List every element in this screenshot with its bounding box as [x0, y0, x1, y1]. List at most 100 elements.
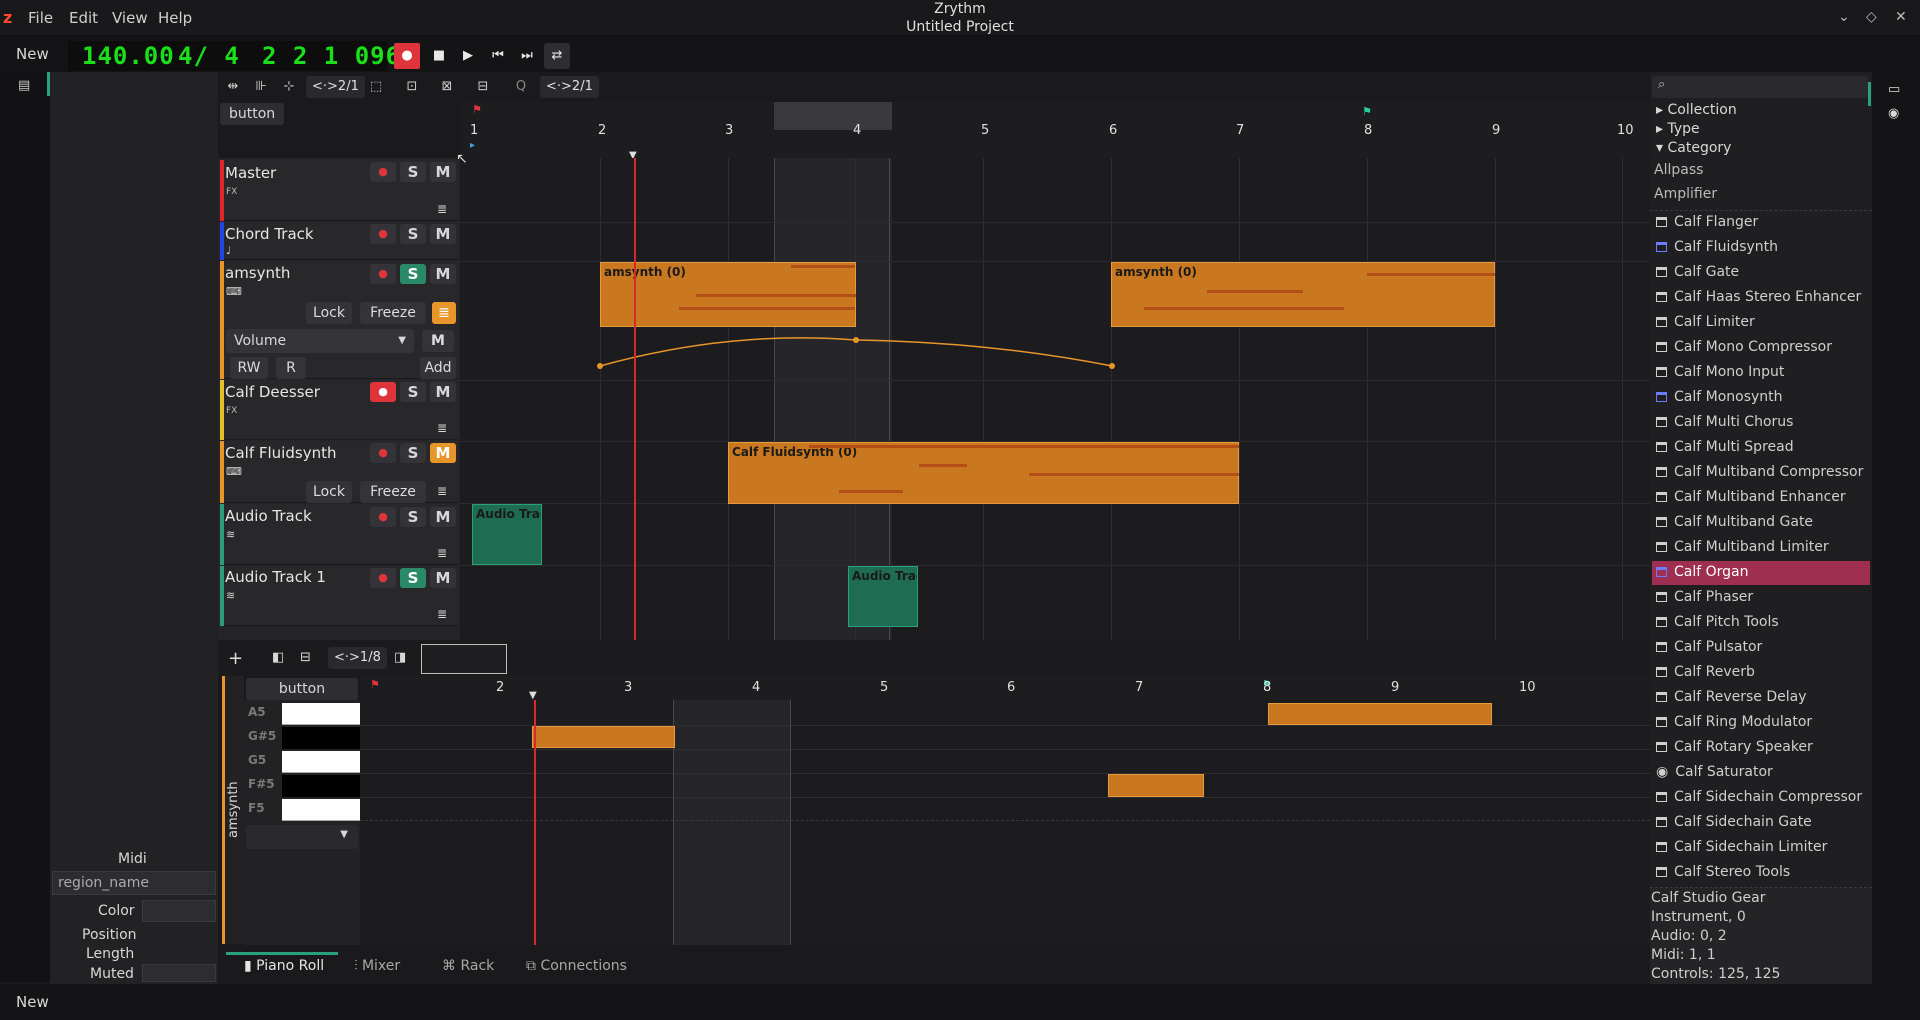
bpm-display[interactable]: 140.00 [82, 42, 175, 70]
ramp-tool-icon[interactable]: ⊟ [472, 77, 494, 97]
plugin-item[interactable]: Calf Multiband Compressor [1656, 464, 1863, 480]
editor-button[interactable]: button [246, 678, 358, 700]
forward-button[interactable]: ⏭ [514, 43, 540, 69]
tab-connections[interactable]: ⧉ Connections [526, 958, 627, 974]
plugin-item[interactable]: Calf Gate [1656, 264, 1739, 280]
record-button[interactable]: ● [394, 43, 420, 69]
plugin-item[interactable]: Calf Multiband Enhancer [1656, 489, 1846, 505]
cut-tool-icon[interactable]: ⊠ [436, 77, 458, 97]
record-arm-button[interactable]: ● [370, 443, 396, 463]
plugin-item[interactable]: Calf Ring Modulator [1656, 714, 1812, 730]
rewind-button[interactable]: ⏮ [485, 43, 511, 69]
plugin-item[interactable]: Calf Multi Chorus [1656, 414, 1793, 430]
play-button[interactable]: ▶ [455, 43, 481, 69]
plugin-item[interactable]: Calf Reverb [1656, 664, 1755, 680]
color-picker[interactable] [142, 900, 216, 922]
loop-range[interactable] [774, 102, 892, 130]
automation-curve[interactable] [590, 330, 1120, 374]
muted-field[interactable] [142, 964, 216, 982]
menu-file[interactable]: File [28, 9, 53, 27]
editor-search-input[interactable] [421, 644, 507, 674]
select-tool-icon[interactable]: ⬚ [365, 77, 387, 97]
arranger-canvas[interactable] [460, 158, 1650, 640]
solo-button[interactable]: S [400, 568, 426, 588]
panel-right-icon[interactable]: ◨ [394, 650, 406, 665]
plugin-item[interactable]: Calf Pitch Tools [1656, 614, 1779, 630]
fit-icon[interactable]: ⇹ [222, 77, 244, 97]
freeze-button[interactable]: Freeze [360, 481, 426, 503]
plugin-item[interactable]: Calf Haas Stereo Enhancer [1656, 289, 1861, 305]
plugin-item[interactable]: Calf Sidechain Limiter [1656, 839, 1827, 855]
plugin-item[interactable]: Calf Rotary Speaker [1656, 739, 1813, 755]
midi-note[interactable] [1268, 703, 1492, 725]
plugin-item[interactable]: Calf Monosynth [1656, 389, 1783, 405]
piano-key-black[interactable] [282, 727, 360, 749]
minimize-icon[interactable]: ⌄ [1838, 9, 1850, 25]
snap-events-icon[interactable]: ⊹ [278, 77, 300, 97]
track-menu-icon[interactable]: ≣ [437, 607, 447, 621]
track-menu-icon[interactable]: ≣ [437, 202, 447, 216]
add-icon[interactable]: + [228, 648, 243, 669]
mute-button[interactable]: M [430, 507, 456, 527]
inspector-toggle-icon[interactable]: ▤ [18, 78, 30, 93]
solo-button[interactable]: S [400, 264, 426, 284]
quantize-value[interactable]: <·>2/1 [540, 76, 599, 98]
browser-toggle-icon[interactable]: ▭ [1888, 82, 1900, 97]
solo-button[interactable]: S [400, 443, 426, 463]
lock-button[interactable]: Lock [306, 481, 352, 503]
editor-ruler[interactable] [360, 676, 1650, 700]
piano-key-white[interactable] [282, 703, 360, 725]
plugin-item[interactable]: Calf Reverse Delay [1656, 689, 1807, 705]
plugin-item[interactable]: Calf Stereo Tools [1656, 864, 1790, 880]
position-display[interactable]: 2 2 1 096 [262, 42, 401, 70]
add-automation-button[interactable]: Add [420, 357, 456, 379]
maximize-icon[interactable]: ◇ [1866, 9, 1877, 25]
browser-search-input[interactable] [1676, 78, 1856, 96]
midi-region[interactable]: amsynth (0) [600, 262, 856, 327]
plugin-item[interactable]: Calf Pulsator [1656, 639, 1762, 655]
menu-view[interactable]: View [112, 9, 148, 27]
freeze-button[interactable]: Freeze [360, 302, 426, 324]
editor-dropdown[interactable]: ▼ [246, 825, 358, 849]
mute-button[interactable]: M [430, 568, 456, 588]
tab-rack[interactable]: ⌘ Rack [442, 958, 494, 974]
plugin-item[interactable]: Calf Multi Spread [1656, 439, 1794, 455]
cue-marker-icon[interactable]: ▸ [470, 140, 475, 151]
plugin-item[interactable]: Calf Mono Compressor [1656, 339, 1832, 355]
mute-button[interactable]: M [430, 162, 456, 182]
midi-region[interactable]: Calf Fluidsynth (0) [728, 442, 1239, 504]
stop-button[interactable]: ■ [426, 43, 452, 69]
automation-r-button[interactable]: R [276, 357, 306, 379]
mute-button[interactable]: M [430, 382, 456, 402]
record-arm-button[interactable]: ● [370, 162, 396, 182]
category-item[interactable]: Allpass [1654, 162, 1703, 178]
timeline-ruler[interactable] [460, 102, 1650, 158]
record-arm-button[interactable]: ● [370, 568, 396, 588]
automation-select[interactable]: Volume ▼ [226, 329, 414, 353]
solo-button[interactable]: S [400, 507, 426, 527]
menu-help[interactable]: Help [158, 9, 192, 27]
piano-key-white[interactable] [282, 751, 360, 773]
piano-key-black[interactable] [282, 775, 360, 797]
snap-grid-icon[interactable]: ⊪ [250, 77, 272, 97]
plugin-item[interactable]: Calf Multiband Gate [1656, 514, 1813, 530]
track-menu-icon[interactable]: ≣ [437, 546, 447, 560]
solo-button[interactable]: S [400, 224, 426, 244]
track-menu-icon[interactable]: ≣ [437, 421, 447, 435]
browser-section-collection[interactable]: ▸ Collection [1656, 102, 1737, 118]
plugin-item[interactable]: Calf Fluidsynth [1656, 239, 1778, 255]
track-menu-icon[interactable]: ≣ [437, 484, 447, 498]
solo-button[interactable]: S [400, 162, 426, 182]
editor-snap-value[interactable]: <·>1/8 [328, 647, 387, 669]
snap-value[interactable]: <·>2/1 [306, 76, 365, 98]
plugin-item[interactable]: Calf Mono Input [1656, 364, 1784, 380]
plugin-item[interactable]: Calf Flanger [1656, 214, 1758, 230]
category-item[interactable]: Amplifier [1654, 186, 1717, 202]
plugin-item[interactable]: ◉ Calf Saturator [1656, 764, 1773, 780]
loop-end-marker-icon[interactable]: ⚑ [1362, 105, 1372, 118]
plugin-item[interactable]: Calf Limiter [1656, 314, 1755, 330]
close-icon[interactable]: ✕ [1895, 9, 1907, 25]
tab-mixer[interactable]: ⫶ Mixer [354, 958, 400, 974]
record-arm-button[interactable]: ● [370, 264, 396, 284]
file-browser-icon[interactable]: ◉ [1888, 106, 1899, 121]
